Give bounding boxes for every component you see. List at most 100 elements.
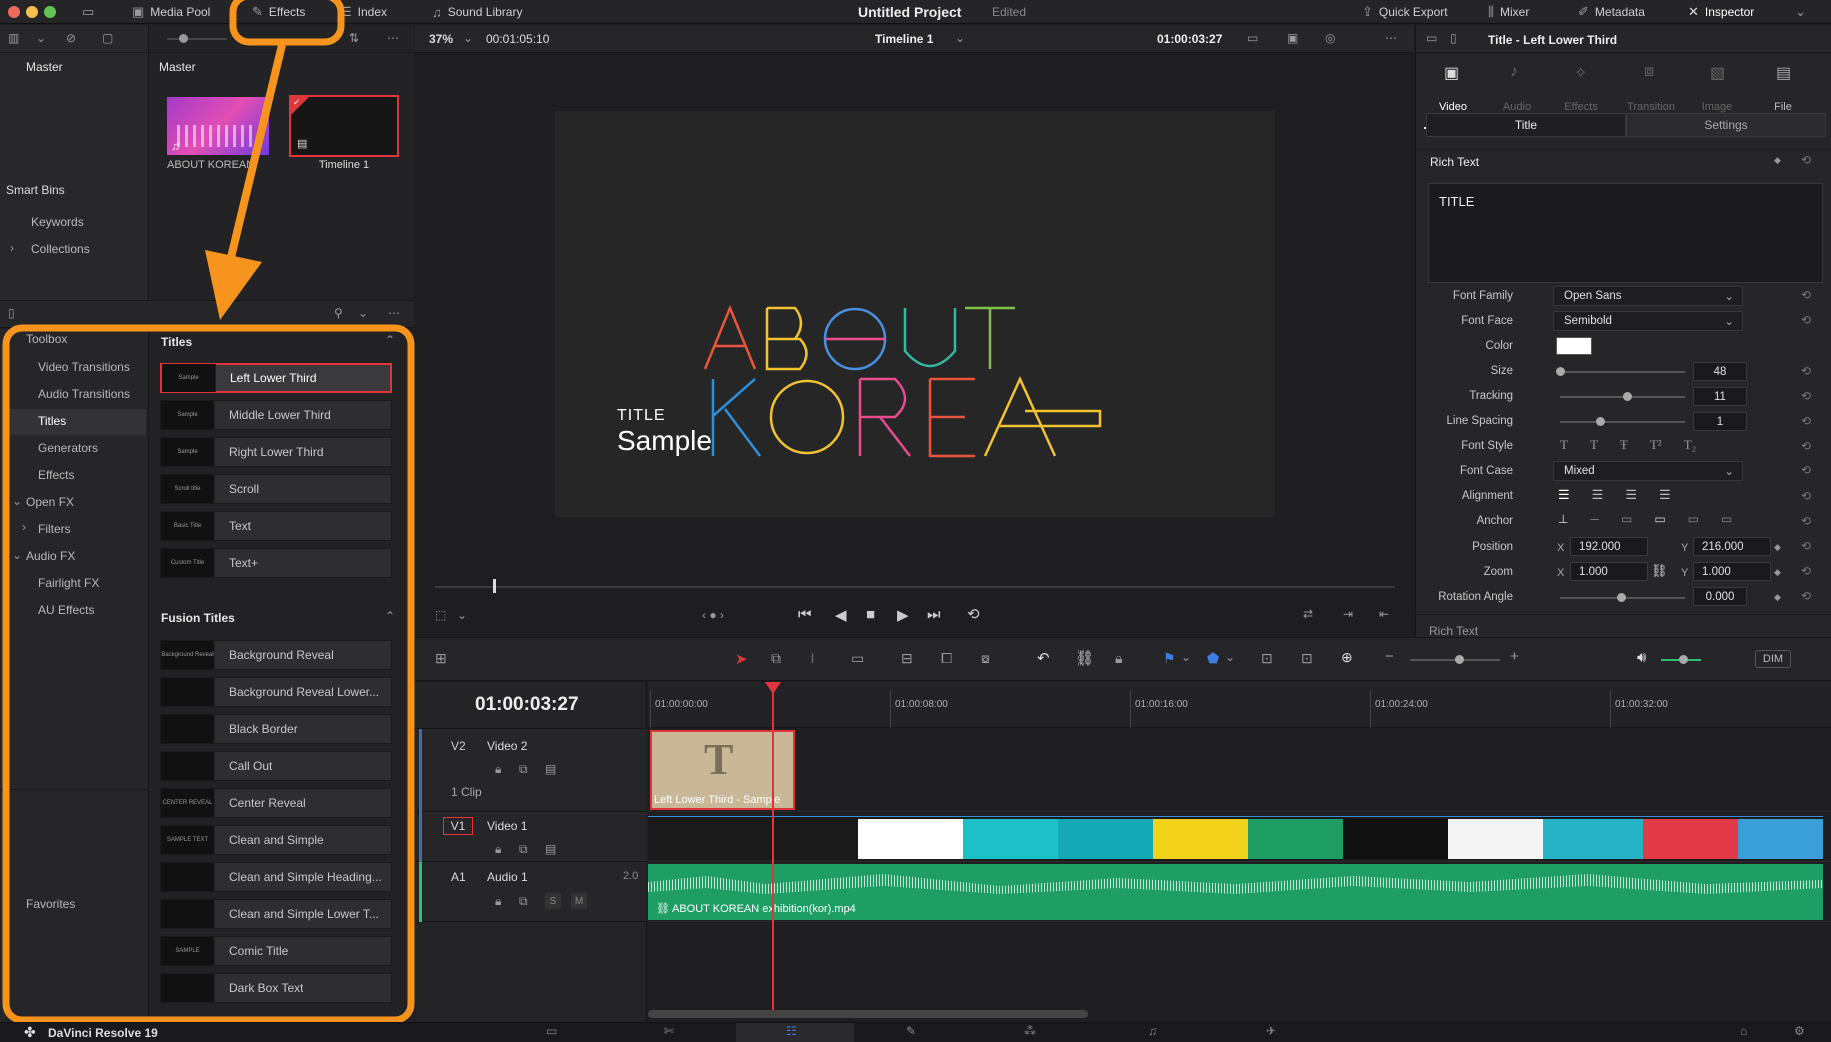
reset-icon[interactable]: ⟲ (1801, 364, 1811, 378)
comment-icon[interactable]: ▢ (102, 31, 113, 45)
dynamic-trim-icon[interactable]: ⧙ (811, 650, 814, 667)
effect-item[interactable]: Clean and Simple Heading... (160, 862, 392, 892)
reset-icon[interactable]: ⟲ (1801, 564, 1811, 578)
lock-track-icon[interactable]: 🔒︎ (495, 894, 501, 909)
subtab-title[interactable]: Title (1426, 113, 1626, 137)
rich-text-editor[interactable]: TITLE (1428, 183, 1823, 283)
sidebar-item-open-fx[interactable]: Open FX (26, 495, 74, 509)
media-page-icon[interactable]: ▭ (546, 1024, 557, 1038)
chevron-down-icon[interactable]: ⌄ (463, 31, 473, 45)
video-frame[interactable]: TITLE Sample (555, 111, 1275, 517)
reset-icon[interactable]: ⟲ (1801, 288, 1811, 302)
mute-button[interactable]: M (571, 893, 587, 909)
sound-library-button[interactable]: ♫ Sound Library (432, 0, 522, 24)
timeline-options-icon[interactable]: ⊞ (435, 650, 447, 667)
effect-item[interactable]: Black Border (160, 714, 392, 744)
anchor-bottom-icon[interactable]: ▭ (1621, 512, 1632, 526)
auto-select-icon[interactable]: ⧉ (519, 842, 528, 857)
line-spacing-slider[interactable] (1560, 421, 1685, 423)
titles-section-header[interactable]: Titles (161, 335, 192, 349)
align-justify-icon[interactable]: ☰ (1659, 487, 1671, 503)
effect-item[interactable]: SAMPLE TEXT Clean and Simple (160, 825, 392, 855)
dim-button[interactable]: DIM (1755, 650, 1791, 668)
reset-icon[interactable]: ⟲ (1801, 439, 1811, 453)
solo-button[interactable]: S (545, 893, 561, 909)
sidebar-item-favorites[interactable]: Favorites (26, 897, 75, 911)
effect-item[interactable]: Background Reveal Lower... (160, 677, 392, 707)
zoom-out-icon[interactable]: − (1385, 648, 1394, 665)
chevron-right-icon[interactable]: › (10, 241, 14, 255)
more-options-icon[interactable]: ⋯ (1385, 31, 1397, 45)
line-spacing-slider-knob[interactable] (1596, 417, 1605, 426)
effect-item[interactable]: SAMPLE Comic Title (160, 936, 392, 966)
track-name[interactable]: Video 1 (487, 819, 527, 833)
effect-item[interactable]: CENTER REVEAL Center Reveal (160, 788, 392, 818)
line-spacing-field[interactable]: 1 (1693, 412, 1747, 431)
font-style-italic-icon[interactable]: T (1590, 437, 1598, 453)
color-swatch[interactable] (1556, 337, 1592, 355)
fairlight-page-icon[interactable]: ♫ (1148, 1024, 1157, 1038)
viewer-scrubber[interactable] (435, 586, 1395, 588)
reset-icon[interactable]: ⟲ (1801, 463, 1811, 477)
overwrite-clip-icon[interactable]: ⧠ (941, 650, 952, 667)
effect-item[interactable]: Background Reveal Background Reveal (160, 640, 392, 670)
blade-tool-icon[interactable]: ▭ (851, 650, 864, 667)
effect-item[interactable]: Clean and Simple Lower T... (160, 899, 392, 929)
keyframe-diamond-icon[interactable]: ◆ (1774, 542, 1781, 553)
media-pool-button[interactable]: ▣ Media Pool (132, 0, 210, 24)
deliver-page-icon[interactable]: ✈ (1266, 1024, 1276, 1038)
viewer-overlay-icon[interactable]: ▭ (1247, 31, 1258, 45)
next-clip-icon[interactable]: ⇤ (1379, 607, 1389, 621)
collapse-chevron-icon[interactable]: ⌃ (385, 333, 395, 347)
next-section-header[interactable]: Rich Text (1429, 624, 1478, 636)
sidebar-item-titles[interactable]: Titles (38, 414, 66, 428)
metadata-button[interactable]: ✐ Metadata (1578, 0, 1645, 24)
track-visibility-icon[interactable]: ▤ (545, 762, 556, 776)
zoom-full-icon[interactable]: ⊡ (1261, 650, 1273, 667)
timeline-zoom-knob[interactable] (1455, 655, 1464, 664)
video-clip[interactable] (648, 816, 1823, 860)
audio-clip[interactable]: ⛓ ABOUT KOREAN exhibition(kor).mp4 (648, 864, 1823, 920)
clip-thumbnail-about-korean[interactable]: ♫ (167, 97, 269, 155)
anchor-center-icon[interactable]: ▭ (1688, 512, 1699, 526)
rotation-slider-knob[interactable] (1617, 593, 1626, 602)
panel-layout-icon[interactable]: ▭ (82, 0, 94, 24)
effect-item[interactable]: Sample Left Lower Third (160, 363, 392, 393)
link-icon[interactable]: ⛓ (1651, 563, 1668, 579)
keyframe-diamond-icon[interactable]: ◆ (1774, 155, 1781, 166)
position-lock-icon[interactable]: 🔒︎ (1115, 650, 1122, 667)
effects-button[interactable]: ✎ Effects (252, 0, 305, 24)
settings-gear-icon[interactable]: ⚙ (1794, 1024, 1805, 1038)
skip-to-end-icon[interactable]: ⏭ (927, 606, 941, 623)
track-header-v1[interactable]: V1 Video 1 🔒︎ ⧉ ▤ (415, 812, 647, 862)
edit-page-tab[interactable]: ☷ (736, 1023, 854, 1042)
sidebar-item-video-transitions[interactable]: Video Transitions (38, 360, 130, 374)
volume-knob[interactable] (1679, 655, 1688, 664)
reset-icon[interactable]: ⟲ (1801, 539, 1811, 553)
sidebar-item-au-effects[interactable]: AU Effects (38, 603, 94, 617)
anchor-left-icon[interactable]: ▭ (1654, 512, 1665, 526)
rotation-field[interactable]: 0.000 (1693, 587, 1747, 606)
reset-icon[interactable]: ⟲ (1801, 153, 1811, 167)
index-button[interactable]: ☰ Index (340, 0, 387, 24)
split-view-icon[interactable]: ▯ (1450, 31, 1457, 45)
skip-to-start-icon[interactable]: ⏮ (798, 606, 812, 623)
play-icon[interactable]: ▶ (897, 606, 909, 624)
fusion-titles-section-header[interactable]: Fusion Titles (161, 611, 235, 625)
more-options-icon[interactable]: ⋯ (387, 31, 399, 45)
chevron-down-icon[interactable]: ⌄ (1225, 650, 1235, 664)
chevron-down-icon[interactable]: ⌄ (457, 608, 467, 622)
align-left-icon[interactable]: ☰ (1558, 487, 1570, 503)
lock-track-icon[interactable]: 🔒︎ (495, 842, 501, 857)
insert-clip-icon[interactable]: ⊟ (901, 650, 913, 667)
timeline-scrollbar[interactable] (648, 1010, 1088, 1018)
minimize-window-button[interactable] (26, 6, 38, 18)
sidebar-item-fairlight-fx[interactable]: Fairlight FX (38, 576, 99, 590)
display-icon[interactable]: ▣ (1287, 31, 1298, 45)
chevron-down-icon[interactable]: ⌄ (12, 494, 22, 508)
more-options-icon[interactable]: ⋯ (388, 306, 400, 320)
snapping-icon[interactable]: ↶ (1037, 649, 1050, 667)
cut-page-icon[interactable]: ✄ (664, 1024, 674, 1038)
mixer-button[interactable]: ⫼ Mixer (1488, 0, 1529, 24)
close-window-button[interactable] (8, 6, 20, 18)
